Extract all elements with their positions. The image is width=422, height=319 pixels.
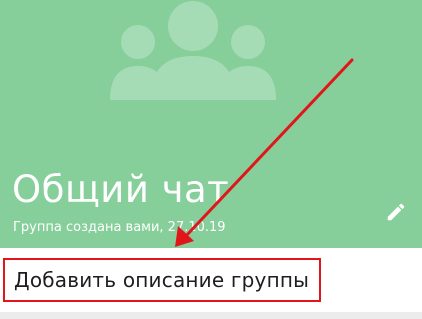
description-section: Добавить описание группы: [0, 248, 422, 312]
group-header: Общий чат Группа создана вами, 27.10.19: [0, 0, 422, 248]
group-placeholder-icon: [110, 1, 276, 100]
edit-group-name-button[interactable]: [380, 196, 412, 228]
group-title: Общий чат: [12, 168, 230, 211]
add-description-label: Добавить описание группы: [14, 268, 310, 292]
group-created-subtitle: Группа создана вами, 27.10.19: [13, 220, 226, 235]
pencil-icon: [387, 203, 405, 221]
add-group-description-button[interactable]: Добавить описание группы: [3, 258, 321, 302]
